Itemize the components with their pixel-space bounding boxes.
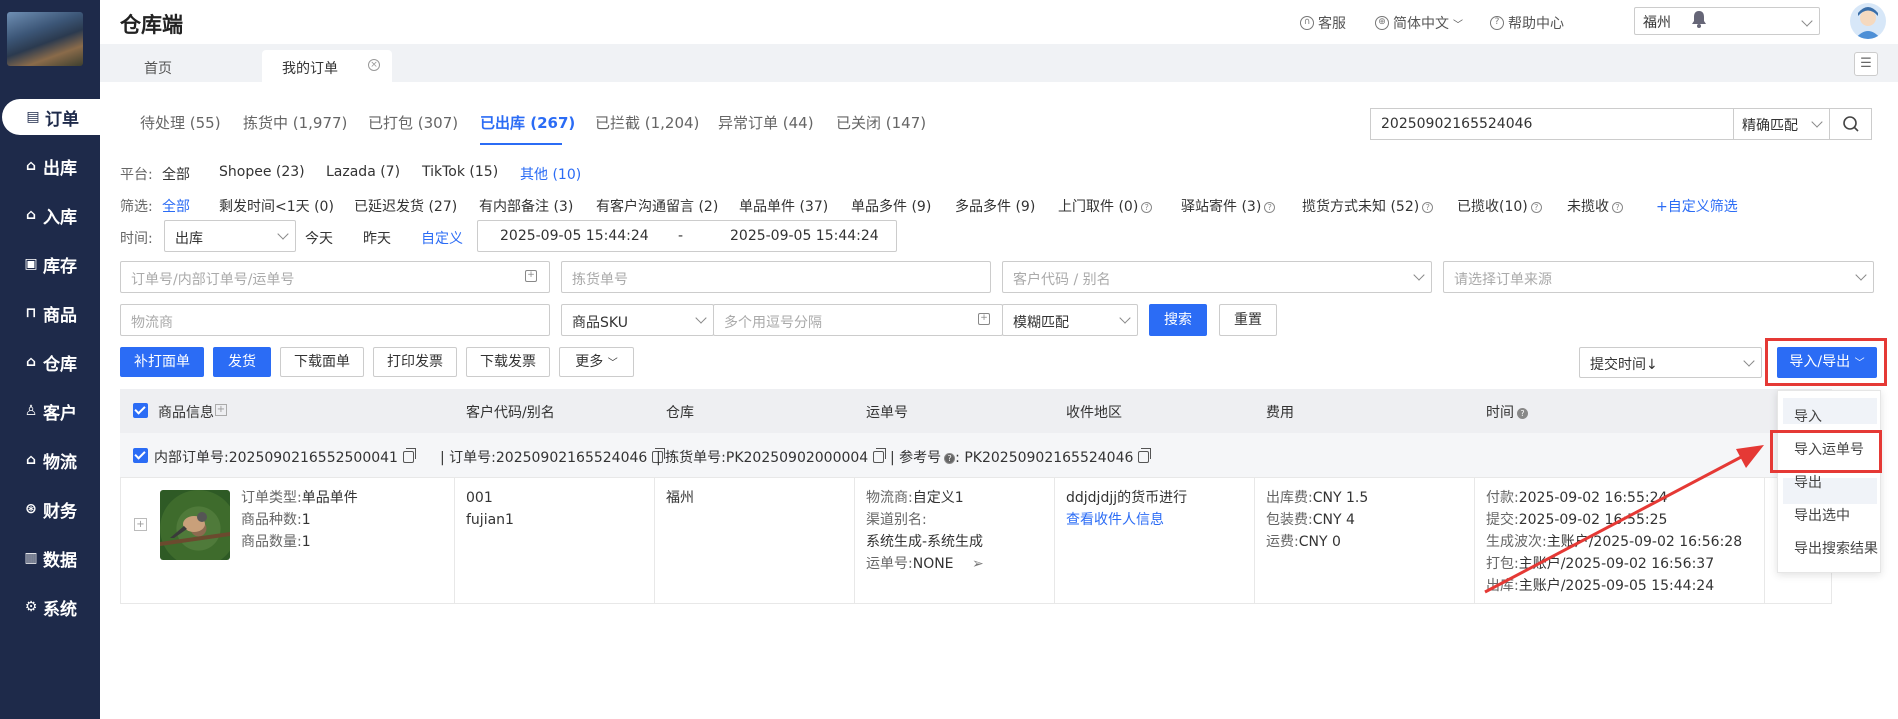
annotation-arrow [1484, 445, 1764, 594]
